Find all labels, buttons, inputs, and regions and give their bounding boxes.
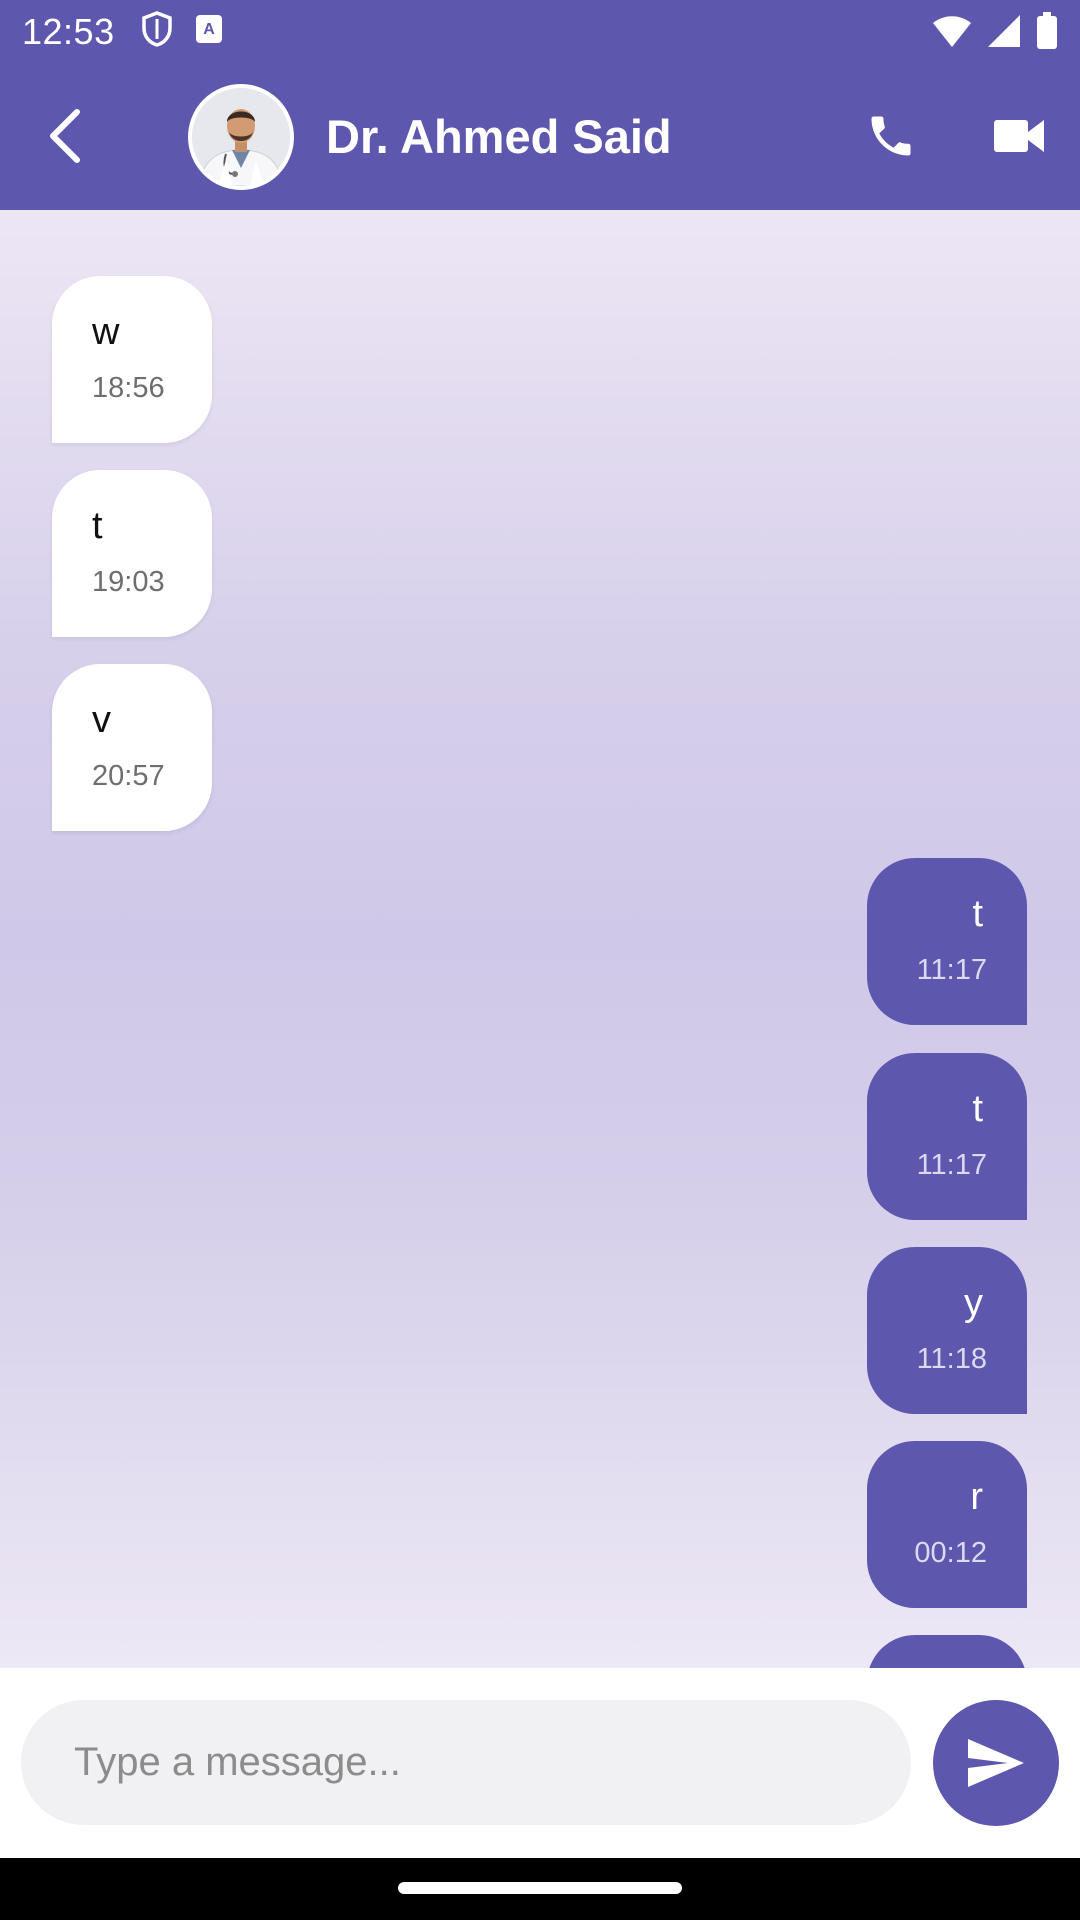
chat-screen: 12:53 A Dr. Ahmed Said w 18:56 t 19:03 v…	[0, 0, 1080, 1920]
status-bar: 12:53 A	[0, 0, 1080, 63]
message-text: t	[92, 505, 103, 547]
chat-header: Dr. Ahmed Said	[0, 63, 1080, 210]
outgoing-message-partial[interactable]	[867, 1635, 1027, 1668]
message-time: 00:12	[914, 1537, 987, 1569]
text-a-icon: A	[195, 14, 223, 49]
incoming-message[interactable]: v 20:57	[52, 664, 212, 831]
message-list[interactable]: w 18:56 t 19:03 v 20:57 t 11:17 t 11:17 …	[0, 210, 1080, 1668]
signal-icon	[986, 13, 1022, 54]
navigation-bar	[0, 1858, 1080, 1920]
avatar[interactable]	[188, 84, 294, 190]
message-time: 11:18	[916, 1343, 987, 1375]
home-gesture-handle[interactable]	[398, 1882, 682, 1894]
call-button[interactable]	[858, 103, 924, 169]
back-button[interactable]	[30, 101, 100, 171]
message-text: v	[92, 699, 111, 741]
incoming-message[interactable]: t 19:03	[52, 470, 212, 637]
message-time: 20:57	[92, 760, 165, 792]
phone-icon	[871, 116, 911, 156]
incoming-message[interactable]: w 18:56	[52, 276, 212, 443]
send-icon	[968, 1739, 1024, 1787]
svg-text:A: A	[203, 21, 215, 38]
composer-bar	[0, 1668, 1080, 1858]
message-time: 19:03	[92, 566, 165, 598]
wifi-icon	[932, 13, 972, 54]
message-text: r	[970, 1476, 983, 1518]
message-input[interactable]	[21, 1700, 911, 1825]
contact-name: Dr. Ahmed Said	[326, 110, 672, 163]
message-text: t	[972, 893, 983, 935]
battery-icon	[1036, 12, 1058, 55]
chevron-left-icon	[50, 109, 80, 163]
message-text: w	[92, 311, 120, 353]
outgoing-message[interactable]: y 11:18	[867, 1247, 1027, 1414]
message-text: y	[964, 1282, 983, 1324]
outgoing-message[interactable]: t 11:17	[867, 858, 1027, 1025]
message-time: 11:17	[916, 954, 987, 986]
video-camera-icon	[994, 120, 1044, 152]
video-call-button[interactable]	[984, 103, 1054, 169]
message-time: 11:17	[916, 1149, 987, 1181]
shield-icon	[141, 11, 173, 52]
status-time: 12:53	[22, 10, 115, 52]
send-button[interactable]	[933, 1700, 1059, 1826]
outgoing-message[interactable]: t 11:17	[867, 1053, 1027, 1220]
doctor-avatar-icon	[192, 88, 290, 186]
message-time: 18:56	[92, 372, 165, 404]
message-text: t	[972, 1088, 983, 1130]
outgoing-message[interactable]: r 00:12	[867, 1441, 1027, 1608]
